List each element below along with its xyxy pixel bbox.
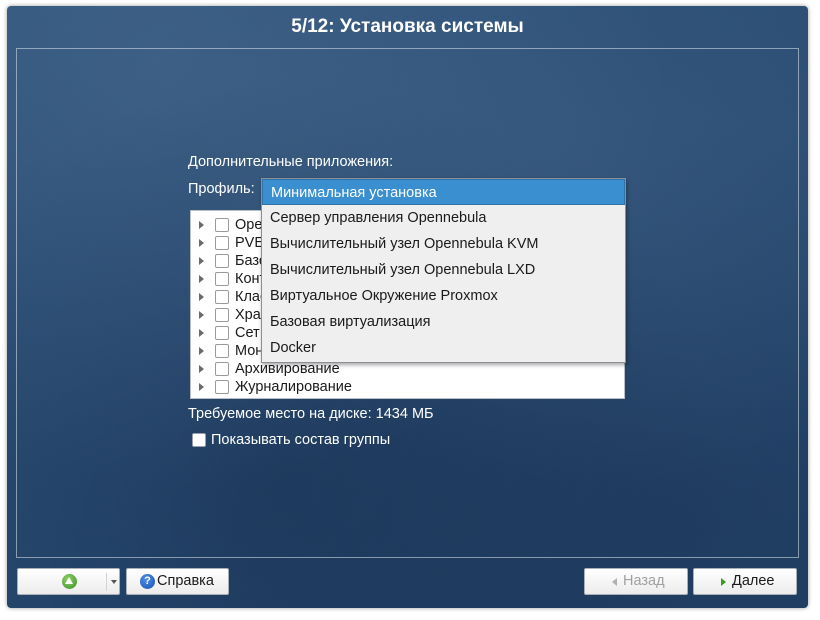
help-icon: ? bbox=[140, 574, 155, 589]
back-button-label: Назад bbox=[623, 573, 665, 589]
chevron-left-icon bbox=[612, 578, 617, 586]
tree-checkbox[interactable] bbox=[215, 272, 229, 286]
profile-option-basic-virt[interactable]: Базовая виртуализация bbox=[262, 309, 625, 335]
tree-checkbox[interactable] bbox=[215, 344, 229, 358]
help-button-label: Справка bbox=[157, 573, 214, 589]
tree-row-label: Журналирование bbox=[235, 379, 352, 395]
profile-label: Профиль: bbox=[188, 181, 255, 197]
up-arrow-icon bbox=[62, 574, 77, 589]
expand-arrow-icon[interactable] bbox=[199, 347, 204, 355]
expand-arrow-icon[interactable] bbox=[199, 221, 204, 229]
tree-row-label: Сет bbox=[235, 325, 260, 341]
next-button[interactable]: Далее bbox=[693, 568, 797, 595]
profile-option-docker[interactable]: Docker bbox=[262, 335, 625, 361]
installer-window: 5/12: Установка системы Дополнительные п… bbox=[7, 6, 808, 608]
additional-apps-label: Дополнительные приложения: bbox=[188, 154, 394, 170]
expand-arrow-icon[interactable] bbox=[199, 239, 204, 247]
profile-option-minimal[interactable]: Минимальная установка bbox=[262, 179, 625, 205]
tree-checkbox[interactable] bbox=[215, 290, 229, 304]
tree-checkbox[interactable] bbox=[215, 308, 229, 322]
expand-arrow-icon[interactable] bbox=[199, 293, 204, 301]
tree-row-label: PVE bbox=[235, 235, 265, 251]
show-group-checkbox[interactable] bbox=[192, 433, 206, 447]
expand-arrow-icon[interactable] bbox=[199, 329, 204, 337]
next-button-label: Далее bbox=[732, 573, 775, 589]
profile-option-proxmox[interactable]: Виртуальное Окружение Proxmox bbox=[262, 283, 625, 309]
up-split-button[interactable] bbox=[17, 568, 120, 595]
tree-row[interactable]: Журналирование bbox=[191, 378, 624, 396]
window-title: 5/12: Установка системы bbox=[291, 16, 524, 37]
expand-arrow-icon[interactable] bbox=[199, 257, 204, 265]
split-separator bbox=[106, 573, 107, 591]
profile-option-opennebula-lxd[interactable]: Вычислительный узел Opennebula LXD bbox=[262, 257, 625, 283]
profile-option-opennebula-server[interactable]: Сервер управления Opennebula bbox=[262, 205, 625, 231]
tree-checkbox[interactable] bbox=[215, 218, 229, 232]
help-button[interactable]: ? Справка bbox=[126, 568, 229, 595]
profile-option-opennebula-kvm[interactable]: Вычислительный узел Opennebula KVM bbox=[262, 231, 625, 257]
tree-checkbox[interactable] bbox=[215, 362, 229, 376]
tree-checkbox[interactable] bbox=[215, 380, 229, 394]
chevron-right-icon bbox=[721, 578, 726, 586]
expand-arrow-icon[interactable] bbox=[199, 311, 204, 319]
disk-space-label: Требуемое место на диске: 1434 МБ bbox=[188, 406, 434, 422]
expand-arrow-icon[interactable] bbox=[199, 383, 204, 391]
back-button[interactable]: Назад bbox=[584, 568, 688, 595]
tree-checkbox[interactable] bbox=[215, 236, 229, 250]
chevron-down-icon[interactable] bbox=[111, 580, 117, 584]
show-group-label[interactable]: Показывать состав группы bbox=[211, 432, 390, 448]
profile-dropdown-list[interactable]: Минимальная установка Сервер управления … bbox=[261, 178, 626, 363]
tree-row-label: Ope bbox=[235, 217, 263, 233]
tree-checkbox[interactable] bbox=[215, 254, 229, 268]
tree-checkbox[interactable] bbox=[215, 326, 229, 340]
tree-row-label: Мон bbox=[235, 343, 264, 359]
expand-arrow-icon[interactable] bbox=[199, 365, 204, 373]
expand-arrow-icon[interactable] bbox=[199, 275, 204, 283]
